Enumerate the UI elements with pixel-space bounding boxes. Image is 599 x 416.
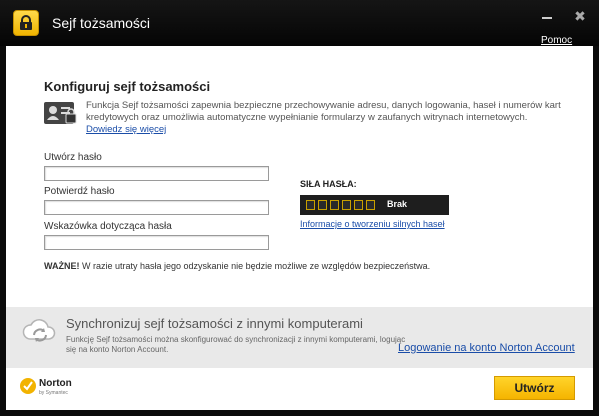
norton-account-login-link[interactable]: Logowanie na konto Norton Account <box>398 342 575 354</box>
minimize-icon <box>542 17 552 19</box>
warning-text: W razie utraty hasła jego odzyskanie nie… <box>79 261 431 271</box>
lock-icon <box>13 10 39 36</box>
norton-logo: Norton by Symantec <box>20 376 80 404</box>
close-button[interactable]: ✖ <box>572 8 588 24</box>
id-card-icon <box>44 100 78 126</box>
sync-description: Funkcję Sejf tożsamości można skonfiguro… <box>66 335 406 354</box>
brand-subtitle: by Symantec <box>39 390 68 396</box>
checkmark-icon <box>20 378 36 394</box>
warning-bold: WAŻNE! <box>44 261 80 271</box>
help-link[interactable]: Pomoc <box>541 35 572 46</box>
strength-segment <box>342 200 351 210</box>
create-password-input[interactable] <box>44 166 269 181</box>
strength-label: SIŁA HASŁA: <box>300 179 357 189</box>
password-hint-label: Wskazówka dotycząca hasła <box>44 221 172 232</box>
brand-name: Norton <box>39 378 72 389</box>
strength-segment <box>354 200 363 210</box>
minimize-button[interactable] <box>539 8 555 24</box>
confirm-password-input[interactable] <box>44 200 269 215</box>
window-title: Sejf tożsamości <box>52 15 151 31</box>
create-button[interactable]: Utwórz <box>494 376 575 400</box>
strength-segment <box>366 200 375 210</box>
strength-segment <box>318 200 327 210</box>
page-title: Konfiguruj sejf tożsamości <box>44 79 211 94</box>
sync-panel: Synchronizuj sejf tożsamości z innymi ko… <box>6 307 593 368</box>
cloud-sync-icon <box>22 315 58 349</box>
setup-panel: Konfiguruj sejf tożsamości Funkcja Sejf … <box>6 46 593 307</box>
feature-description: Funkcja Sejf tożsamości zapewnia bezpiec… <box>86 100 576 136</box>
password-hint-input[interactable] <box>44 235 269 250</box>
warning-note: WAŻNE! W razie utraty hasła jego odzyska… <box>44 261 430 271</box>
strength-meter: Brak <box>300 195 449 215</box>
strength-value: Brak <box>387 199 408 209</box>
confirm-password-label: Potwierdź hasło <box>44 186 115 197</box>
footer: Norton by Symantec Utwórz <box>6 368 593 410</box>
strength-segment <box>330 200 339 210</box>
sync-title: Synchronizuj sejf tożsamości z innymi ko… <box>66 316 363 331</box>
identity-safe-window: Sejf tożsamości ✖ Pomoc Konfiguruj sejf … <box>0 0 599 416</box>
strong-password-info-link[interactable]: Informacje o tworzeniu silnych haseł <box>300 219 445 229</box>
title-bar: Sejf tożsamości ✖ Pomoc <box>0 0 599 46</box>
strength-segment <box>306 200 315 210</box>
create-password-label: Utwórz hasło <box>44 152 102 163</box>
description-text: Funkcja Sejf tożsamości zapewnia bezpiec… <box>86 100 561 123</box>
learn-more-link[interactable]: Dowiedz się więcej <box>86 124 166 135</box>
